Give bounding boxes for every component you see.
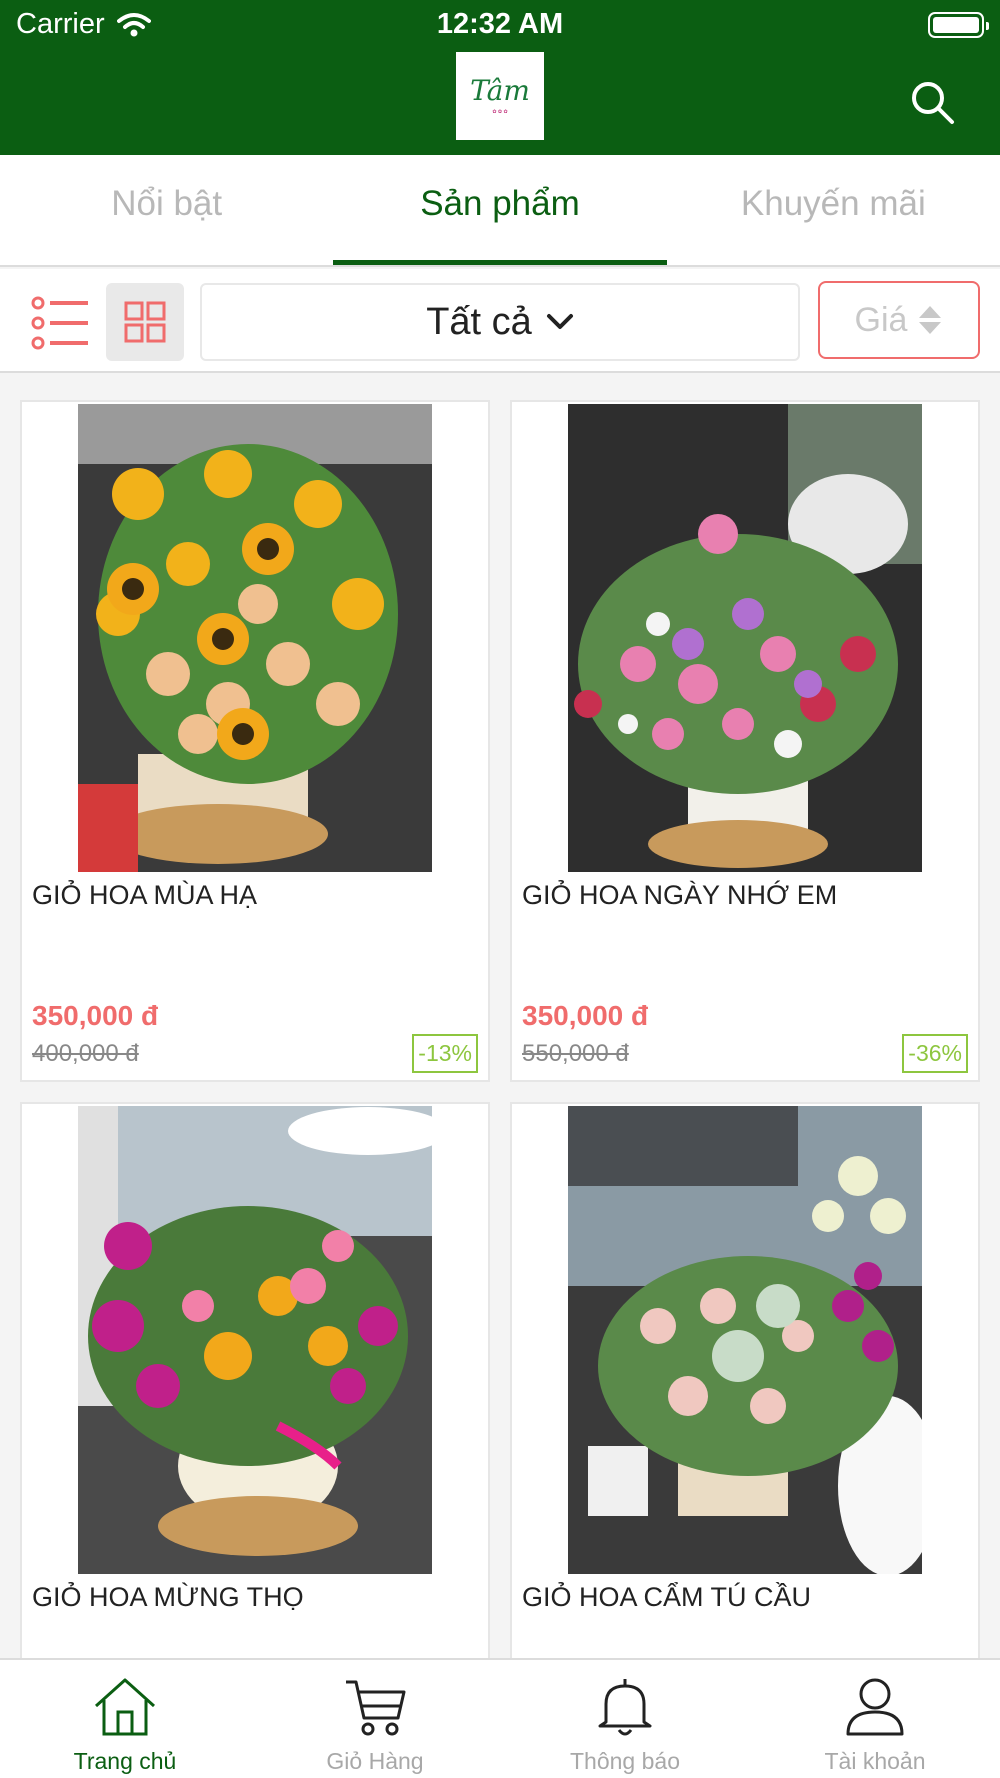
- nav-account[interactable]: Tài khoản: [750, 1660, 1000, 1778]
- product-price: 350,000 đ: [32, 1000, 159, 1031]
- category-value: Tất cả: [426, 300, 532, 343]
- status-bar: Carrier 12:32 AM: [0, 0, 1000, 50]
- status-time: 12:32 AM: [436, 8, 564, 40]
- product-image[interactable]: [78, 404, 432, 872]
- tab-promotions[interactable]: Khuyến mãi: [667, 155, 1000, 265]
- category-dropdown[interactable]: Tất cả: [200, 283, 800, 361]
- tab-featured[interactable]: Nổi bật: [0, 155, 333, 265]
- nav-notifications-label: Thông báo: [570, 1748, 680, 1774]
- app: Carrier 12:32 AM Tâm ✿ ✿ ✿ Nổi bật Sản p…: [0, 0, 1000, 1778]
- bottom-nav: Trang chủ Giỏ Hàng Thông báo Tài khoản: [0, 1658, 1000, 1778]
- bell-icon: [598, 1679, 652, 1736]
- user-icon: [846, 1678, 904, 1736]
- search-button[interactable]: [908, 78, 956, 126]
- sort-label: Giá: [854, 300, 908, 339]
- product-old-price: 400,000 đ: [32, 1040, 139, 1067]
- cart-icon: [346, 1680, 406, 1736]
- battery-icon: [928, 12, 989, 38]
- nav-home-label: Trang chủ: [73, 1748, 177, 1774]
- price-sort-button[interactable]: Giá: [818, 281, 980, 359]
- home-icon: [94, 1678, 156, 1736]
- nav-cart[interactable]: Giỏ Hàng: [250, 1660, 500, 1778]
- search-icon: [912, 82, 954, 124]
- product-name: GIỎ HOA MỪNG THỌ: [32, 1582, 304, 1612]
- list-icon: [31, 296, 88, 350]
- nav-notifications[interactable]: Thông báo: [500, 1660, 750, 1778]
- app-header: Carrier 12:32 AM Tâm ✿ ✿ ✿: [0, 0, 1000, 155]
- nav-home[interactable]: Trang chủ: [0, 1660, 250, 1778]
- sort-icon: [919, 306, 942, 334]
- product-image[interactable]: [568, 404, 922, 872]
- product-image[interactable]: [568, 1106, 922, 1574]
- product-price: 350,000 đ: [522, 1000, 649, 1031]
- list-view-button[interactable]: [30, 295, 92, 351]
- discount-badge: -36%: [902, 1034, 968, 1073]
- grid-view-button[interactable]: [106, 283, 184, 361]
- product-card[interactable]: GIỎ HOA NGÀY NHỚ EM 350,000 đ 550,000 đ …: [510, 400, 980, 1082]
- product-card[interactable]: GIỎ HOA MÙA HẠ 350,000 đ 400,000 đ -13%: [20, 400, 490, 1082]
- brand-logo[interactable]: Tâm ✿ ✿ ✿: [456, 52, 544, 140]
- filter-bar: Tất cả Giá: [0, 269, 1000, 373]
- logo-flower: ✿ ✿ ✿: [492, 109, 508, 115]
- grid-icon: [124, 301, 166, 343]
- product-image[interactable]: [78, 1106, 432, 1574]
- nav-account-label: Tài khoản: [824, 1748, 926, 1774]
- tab-products[interactable]: Sản phẩm: [333, 155, 667, 265]
- top-tabs: Nổi bật Sản phẩm Khuyến mãi: [0, 155, 1000, 267]
- logo-text: Tâm: [470, 74, 530, 107]
- chevron-down-icon: [546, 314, 573, 329]
- nav-cart-label: Giỏ Hàng: [326, 1748, 424, 1774]
- product-name: GIỎ HOA NGÀY NHỚ EM: [522, 880, 838, 910]
- product-name: GIỎ HOA MÙA HẠ: [32, 880, 258, 910]
- discount-badge: -13%: [412, 1034, 478, 1073]
- product-old-price: 550,000 đ: [522, 1040, 629, 1067]
- product-name: GIỎ HOA CẨM TÚ CẦU: [522, 1582, 812, 1612]
